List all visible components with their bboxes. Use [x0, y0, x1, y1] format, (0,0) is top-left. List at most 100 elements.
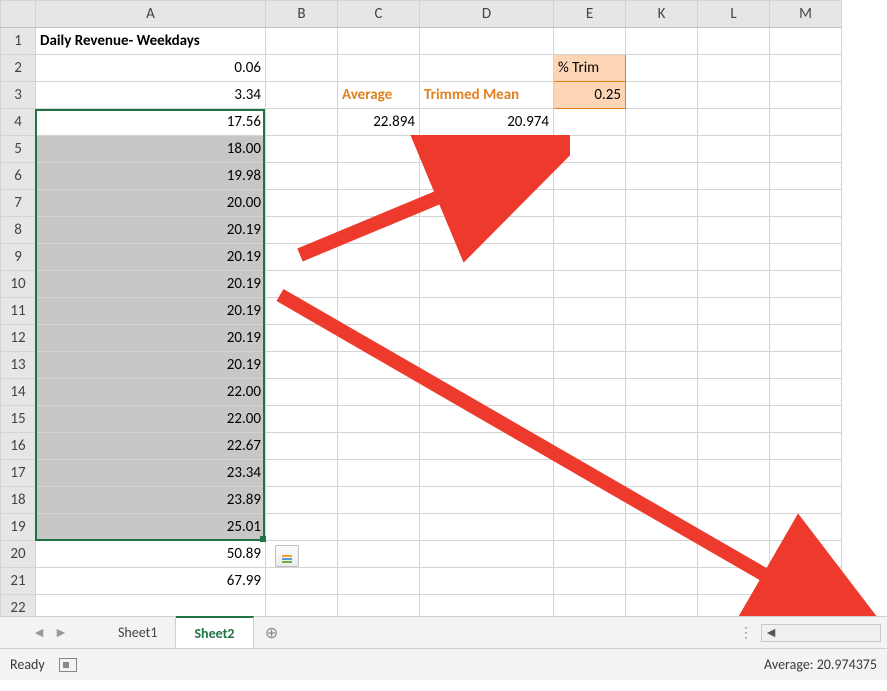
- cell-K20[interactable]: [626, 541, 698, 568]
- cell-E15[interactable]: [554, 406, 626, 433]
- cell-B17[interactable]: [266, 460, 338, 487]
- cell-K16[interactable]: [626, 433, 698, 460]
- col-header-D[interactable]: D: [420, 1, 554, 28]
- cell-C8[interactable]: [338, 217, 420, 244]
- cell-E10[interactable]: [554, 271, 626, 298]
- cell-A9[interactable]: 20.19: [36, 244, 266, 271]
- cell-L13[interactable]: [698, 352, 770, 379]
- cell-B13[interactable]: [266, 352, 338, 379]
- cell-C2[interactable]: [338, 55, 420, 82]
- cell-E21[interactable]: [554, 568, 626, 595]
- col-header-C[interactable]: C: [338, 1, 420, 28]
- add-sheet-button[interactable]: ⊕: [254, 617, 290, 648]
- row-header-10[interactable]: 10: [1, 271, 36, 298]
- cell-M1[interactable]: [770, 28, 842, 55]
- row-header-1[interactable]: 1: [1, 28, 36, 55]
- cell-B7[interactable]: [266, 190, 338, 217]
- horizontal-scrollbar[interactable]: ◄: [761, 624, 881, 642]
- cell-E5[interactable]: [554, 136, 626, 163]
- cell-D7[interactable]: [420, 190, 554, 217]
- cell-D3[interactable]: Trimmed Mean: [420, 82, 554, 109]
- col-header-L[interactable]: L: [698, 1, 770, 28]
- col-header-M[interactable]: M: [770, 1, 842, 28]
- cell-L15[interactable]: [698, 406, 770, 433]
- cell-E14[interactable]: [554, 379, 626, 406]
- cell-E20[interactable]: [554, 541, 626, 568]
- cell-L14[interactable]: [698, 379, 770, 406]
- cell-C12[interactable]: [338, 325, 420, 352]
- select-all-corner[interactable]: [1, 1, 36, 28]
- cell-M2[interactable]: [770, 55, 842, 82]
- row-header-6[interactable]: 6: [1, 163, 36, 190]
- cell-C3[interactable]: Average: [338, 82, 420, 109]
- cell-C10[interactable]: [338, 271, 420, 298]
- cell-K17[interactable]: [626, 460, 698, 487]
- cell-B5[interactable]: [266, 136, 338, 163]
- cell-A19[interactable]: 25.01: [36, 514, 266, 541]
- cell-D8[interactable]: [420, 217, 554, 244]
- cell-C18[interactable]: [338, 487, 420, 514]
- macro-record-icon[interactable]: [59, 658, 77, 672]
- cell-A7[interactable]: 20.00: [36, 190, 266, 217]
- cell-B21[interactable]: [266, 568, 338, 595]
- cell-L6[interactable]: [698, 163, 770, 190]
- cell-M14[interactable]: [770, 379, 842, 406]
- cell-D5[interactable]: [420, 136, 554, 163]
- row-header-22[interactable]: 22: [1, 595, 36, 617]
- row-header-8[interactable]: 8: [1, 217, 36, 244]
- cell-C11[interactable]: [338, 298, 420, 325]
- col-header-E[interactable]: E: [554, 1, 626, 28]
- cell-B9[interactable]: [266, 244, 338, 271]
- quick-analysis-icon[interactable]: [275, 545, 299, 567]
- cell-K6[interactable]: [626, 163, 698, 190]
- cell-K5[interactable]: [626, 136, 698, 163]
- row-header-9[interactable]: 9: [1, 244, 36, 271]
- cell-B11[interactable]: [266, 298, 338, 325]
- cell-E16[interactable]: [554, 433, 626, 460]
- cell-C15[interactable]: [338, 406, 420, 433]
- scroll-left-icon[interactable]: ◄: [762, 624, 780, 641]
- cell-E9[interactable]: [554, 244, 626, 271]
- cell-E8[interactable]: [554, 217, 626, 244]
- cell-B18[interactable]: [266, 487, 338, 514]
- cell-B6[interactable]: [266, 163, 338, 190]
- cell-K13[interactable]: [626, 352, 698, 379]
- cell-D9[interactable]: [420, 244, 554, 271]
- cell-L18[interactable]: [698, 487, 770, 514]
- cell-K14[interactable]: [626, 379, 698, 406]
- cell-C9[interactable]: [338, 244, 420, 271]
- cell-D17[interactable]: [420, 460, 554, 487]
- cell-D6[interactable]: [420, 163, 554, 190]
- cell-D13[interactable]: [420, 352, 554, 379]
- cell-L17[interactable]: [698, 460, 770, 487]
- worksheet-area[interactable]: A B C D E K L M 1Daily Revenue- Weekdays…: [0, 0, 887, 616]
- cell-E17[interactable]: [554, 460, 626, 487]
- cell-B19[interactable]: [266, 514, 338, 541]
- cell-M18[interactable]: [770, 487, 842, 514]
- cell-M20[interactable]: [770, 541, 842, 568]
- cell-K19[interactable]: [626, 514, 698, 541]
- cell-A20[interactable]: 50.89: [36, 541, 266, 568]
- tab-nav-arrows[interactable]: ◄ ►: [0, 617, 100, 648]
- cell-K2[interactable]: [626, 55, 698, 82]
- cell-K8[interactable]: [626, 217, 698, 244]
- cell-C14[interactable]: [338, 379, 420, 406]
- row-header-3[interactable]: 3: [1, 82, 36, 109]
- cell-E2[interactable]: % Trim: [554, 55, 626, 82]
- cell-M19[interactable]: [770, 514, 842, 541]
- cell-L1[interactable]: [698, 28, 770, 55]
- tab-nav-prev-icon[interactable]: ◄: [32, 624, 46, 641]
- cell-L3[interactable]: [698, 82, 770, 109]
- row-header-13[interactable]: 13: [1, 352, 36, 379]
- cell-B4[interactable]: [266, 109, 338, 136]
- cell-A14[interactable]: 22.00: [36, 379, 266, 406]
- cell-M11[interactable]: [770, 298, 842, 325]
- cell-L4[interactable]: [698, 109, 770, 136]
- cell-K22[interactable]: [626, 595, 698, 617]
- cell-L10[interactable]: [698, 271, 770, 298]
- cell-M7[interactable]: [770, 190, 842, 217]
- cell-A4[interactable]: 17.56: [36, 109, 266, 136]
- cell-E11[interactable]: [554, 298, 626, 325]
- cell-D22[interactable]: [420, 595, 554, 617]
- cell-E4[interactable]: [554, 109, 626, 136]
